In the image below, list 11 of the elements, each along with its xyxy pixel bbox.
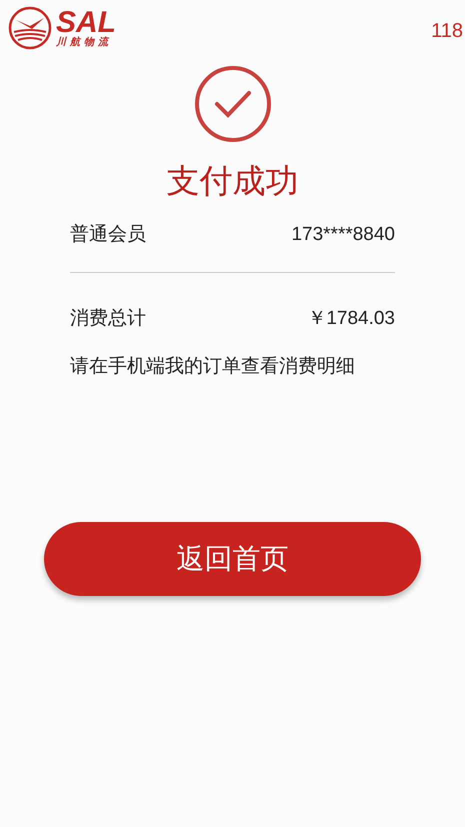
countdown-text: 118 [431,19,463,44]
checkmark-icon [194,65,272,143]
logo-icon [8,6,52,50]
home-button[interactable]: 返回首页 [44,522,421,596]
logo-subtitle: 川航物流 [56,38,113,48]
total-amount: ￥1784.03 [307,306,395,330]
member-phone: 173****8840 [291,223,395,247]
total-label: 消费总计 [70,306,146,330]
order-note: 请在手机端我的订单查看消费明细 [70,356,355,377]
status-title: 支付成功 [166,161,298,201]
member-label: 普通会员 [70,222,146,247]
